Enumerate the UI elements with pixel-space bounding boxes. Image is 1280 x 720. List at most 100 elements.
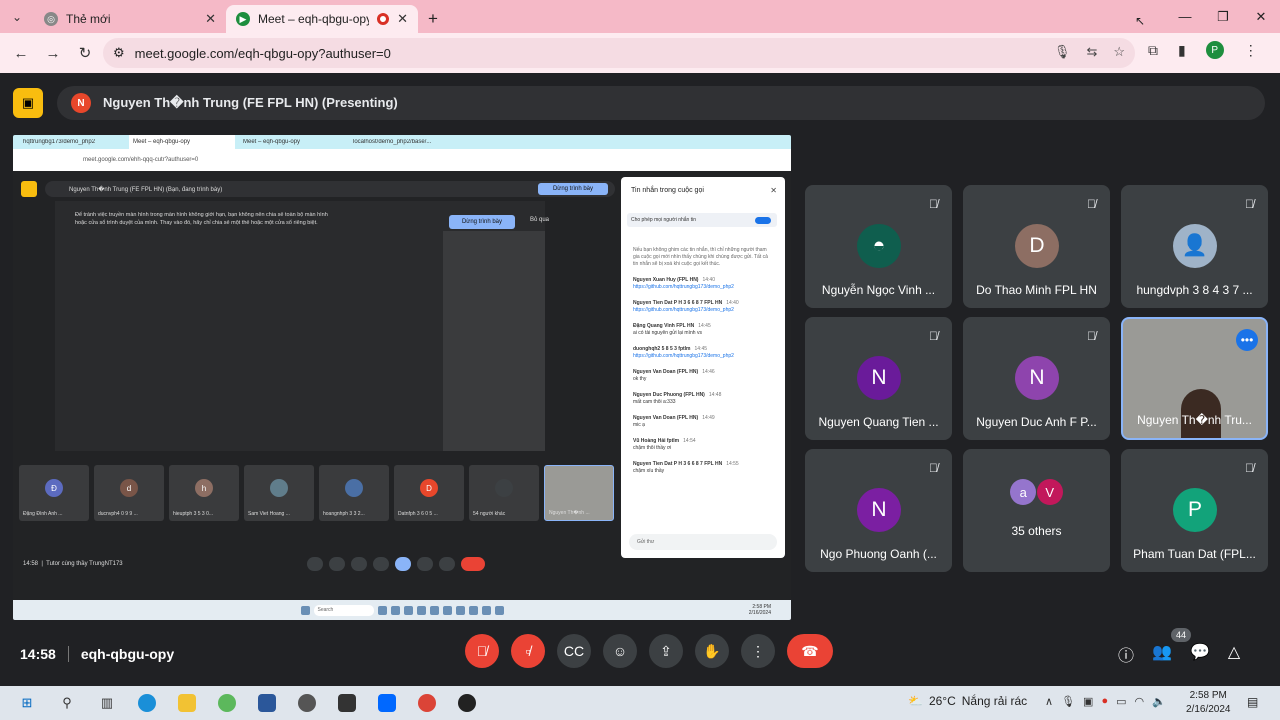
chevron-up-icon[interactable]: ∧: [1045, 695, 1053, 708]
close-tab-icon[interactable]: ✕: [205, 11, 216, 27]
chat-user: Đặng Quang Vinh FPL HN: [633, 323, 695, 329]
word-icon[interactable]: [254, 692, 280, 714]
avatar: D: [420, 479, 438, 497]
shared-ctrl: [417, 557, 433, 571]
participant-tile[interactable]: 🎙̸ N Ngo Phuong Oanh (...: [805, 449, 952, 572]
shared-participant-tile: 54 người khác: [469, 465, 539, 521]
back-icon[interactable]: ←: [6, 45, 36, 62]
participant-name: hungdvph 3 8 4 3 7 ...: [1136, 283, 1253, 297]
more-options-icon[interactable]: •••: [1236, 329, 1258, 351]
shared-participant-tile: Sam Viet Hoang ...: [244, 465, 314, 521]
chat-time: 14:45: [694, 346, 708, 352]
taskbar-app-icon: [442, 605, 452, 615]
mic-toggle-button[interactable]: 🎙̸: [465, 634, 499, 668]
avatar: P: [1173, 488, 1217, 532]
chat-allow-label: Cho phép mọi người nhắn tin: [631, 217, 696, 223]
chat-time: 14:45: [698, 323, 711, 329]
file-explorer-icon[interactable]: [174, 692, 200, 714]
shared-presenting-label: Nguyen Th�nh Trung (FE FPL HN) (Bạn, đan…: [45, 181, 615, 197]
app-icon[interactable]: [214, 692, 240, 714]
maximize-icon[interactable]: ❐: [1204, 0, 1242, 33]
people-icon[interactable]: 👥: [1152, 642, 1172, 666]
stop-presenting-icon[interactable]: ▣: [13, 88, 43, 118]
meeting-code: eqh-qbgu-opy: [80, 646, 175, 662]
raise-hand-button[interactable]: ✋: [695, 634, 729, 668]
battery-icon[interactable]: ▭: [1116, 695, 1126, 708]
forward-icon[interactable]: →: [38, 45, 68, 62]
github-icon[interactable]: [294, 692, 320, 714]
close-window-icon[interactable]: ✕: [1242, 0, 1280, 33]
more-options-button[interactable]: ⋮: [741, 634, 775, 668]
shared-tab-bar: hqttrungbg173/demo_php2 Meet – eqh-qbgu-…: [13, 135, 791, 149]
reload-icon[interactable]: ↻: [70, 44, 100, 62]
side-panel-icon[interactable]: ▮: [1178, 42, 1186, 59]
profile-avatar[interactable]: P: [1205, 41, 1224, 59]
info-icon[interactable]: ⓘ: [1118, 642, 1134, 666]
shared-screen[interactable]: hqttrungbg173/demo_php2 Meet – eqh-qbgu-…: [13, 135, 791, 620]
tab-meet[interactable]: ▶ Meet – eqh-qbgu-opy ✕: [226, 5, 418, 33]
site-info-icon[interactable]: ⚙: [113, 45, 125, 61]
close-icon: ✕: [770, 186, 777, 195]
mic-off-icon: 🎙̸: [929, 197, 938, 211]
windows-start-icon[interactable]: ⊞: [14, 692, 40, 714]
chat-message: Vũ Hoàng Hải fptlm 14:54 chậm thôi thầy ơi: [633, 438, 773, 452]
avatar: [495, 479, 513, 497]
edge-icon[interactable]: [134, 692, 160, 714]
participant-tile[interactable]: 🎙̸ P Pham Tuan Dat (FPL...: [1121, 449, 1268, 572]
shared-recursive-panel: [443, 231, 545, 451]
app-icon[interactable]: [454, 692, 480, 714]
system-clock[interactable]: 2:58 PM 2/16/2024: [1186, 689, 1231, 717]
zalo-icon[interactable]: [374, 692, 400, 714]
shared-tab: Meet – eqh-qbgu-opy: [243, 139, 301, 145]
chat-user: duonghqh2 5 8 5 3 fptlm: [633, 346, 691, 352]
call-controls: 🎙̸ ▫̸ CC ☺ ⇪ ✋ ⋮ ☎: [465, 634, 833, 668]
speaker-icon[interactable]: 🔈: [1152, 695, 1166, 708]
chat-time: 14:55: [726, 461, 739, 467]
participant-tile[interactable]: 🎙̸ N Nguyen Quang Tien ...: [805, 317, 952, 440]
avatar: [571, 480, 589, 498]
captions-button[interactable]: CC: [557, 634, 591, 668]
participant-name: Do Thao Minh FPL HN: [976, 283, 1097, 297]
microphone-icon[interactable]: 🎙: [1061, 695, 1075, 708]
chrome-icon[interactable]: [414, 692, 440, 714]
shared-meet-view: Nguyen Th�nh Trung (FE FPL HN) (Bạn, đan…: [13, 171, 791, 604]
participant-tile-video[interactable]: ••• Nguyen Th�nh Tru...: [1121, 317, 1268, 440]
chat-icon[interactable]: 💬: [1190, 642, 1210, 666]
participant-grid: 🎙̸ ◓ Nguyễn Ngọc Vinh ... 🎙̸ D Do Thao M…: [805, 185, 1268, 572]
close-tab-icon[interactable]: ✕: [397, 11, 408, 27]
tray-app-icon[interactable]: ▣: [1083, 695, 1093, 708]
search-icon[interactable]: ⚲: [54, 692, 80, 714]
participant-tile[interactable]: 🎙̸ D Do Thao Minh FPL HN: [963, 185, 1110, 308]
microphone-icon[interactable]: 🎙: [1054, 44, 1071, 60]
activities-icon[interactable]: △: [1228, 642, 1240, 666]
end-call-button[interactable]: ☎: [787, 634, 833, 668]
shared-taskbar-search: Search: [313, 604, 374, 616]
present-button[interactable]: ⇪: [649, 634, 683, 668]
record-icon[interactable]: ●: [1101, 695, 1108, 708]
wifi-icon[interactable]: ◠: [1135, 695, 1145, 708]
camera-toggle-button[interactable]: ▫̸: [511, 634, 545, 668]
weather-widget[interactable]: ⛅ 26°C Nắng rải rác: [908, 694, 1027, 708]
participant-tile[interactable]: 🎙̸ ◓ Nguyễn Ngọc Vinh ...: [805, 185, 952, 308]
task-view-icon[interactable]: ▥: [94, 692, 120, 714]
windows-taskbar: ⊞ ⚲ ▥ ⛅ 26°C Nắng rải rác ∧ 🎙 ▣ ● ▭ ◠ 🔈 …: [0, 686, 1280, 720]
minimize-icon[interactable]: —: [1166, 0, 1204, 33]
participant-tile[interactable]: 🎙̸ 👤 hungdvph 3 8 4 3 7 ...: [1121, 185, 1268, 308]
participant-name: Nguyen Duc Anh F P...: [976, 415, 1097, 429]
others-tile[interactable]: a V 35 others: [963, 449, 1110, 572]
mic-off-icon: 🎙̸: [929, 461, 938, 475]
bookmark-star-icon[interactable]: ☆: [1113, 44, 1125, 60]
emoji-button[interactable]: ☺: [603, 634, 637, 668]
store-icon[interactable]: [334, 692, 360, 714]
chat-time: 14:48: [708, 392, 722, 398]
new-tab-button[interactable]: +: [418, 5, 448, 33]
tab-search-chevron-icon[interactable]: ⌄: [0, 0, 34, 33]
participant-tile[interactable]: 🎙̸ N Nguyen Duc Anh F P...: [963, 317, 1110, 440]
notification-icon[interactable]: ▤: [1247, 695, 1258, 709]
extensions-icon[interactable]: ⧉: [1148, 42, 1158, 59]
address-bar[interactable]: ⚙ meet.google.com/eqh-qbgu-opy?authuser=…: [103, 38, 1135, 68]
translate-icon[interactable]: ⇆: [1086, 44, 1097, 60]
tab-new-tab[interactable]: ◎ Thẻ mới ✕: [34, 5, 226, 33]
weather-icon: ⛅: [908, 694, 923, 708]
chrome-menu-icon[interactable]: ⋮: [1244, 42, 1258, 59]
